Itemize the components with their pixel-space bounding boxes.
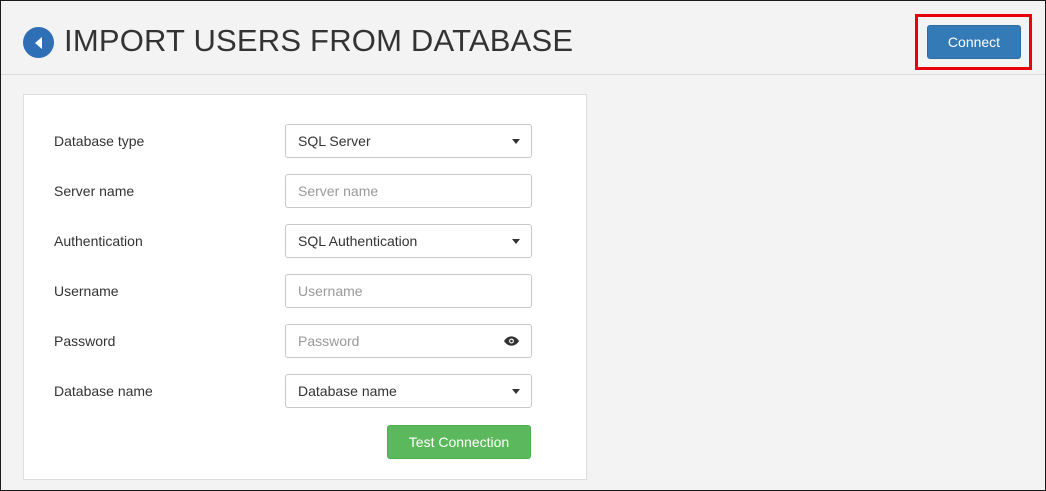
chevron-left-circle-icon [34,36,42,49]
chevron-down-icon [512,239,520,244]
database-type-row: Database type SQL Server [24,124,586,158]
password-label: Password [54,333,116,349]
test-connection-button[interactable]: Test Connection [387,425,531,459]
chevron-down-icon [512,139,520,144]
chevron-down-icon [512,389,520,394]
database-type-value: SQL Server [298,133,371,149]
connection-form-panel: Database type SQL Server Server name Aut… [23,94,587,480]
username-row: Username [24,274,586,308]
authentication-row: Authentication SQL Authentication [24,224,586,258]
username-label: Username [54,283,119,299]
database-type-select[interactable]: SQL Server [285,124,532,158]
authentication-label: Authentication [54,233,143,249]
username-input[interactable] [285,274,532,308]
page-header: IMPORT USERS FROM DATABASE [1,1,1045,75]
server-name-label: Server name [54,183,135,199]
server-name-row: Server name [24,174,586,208]
database-name-label: Database name [54,383,153,399]
password-row: Password [24,324,586,358]
server-name-input[interactable] [285,174,532,208]
database-name-row: Database name Database name [24,374,586,408]
page-title: IMPORT USERS FROM DATABASE [64,23,574,58]
authentication-select[interactable]: SQL Authentication [285,224,532,258]
connect-button[interactable]: Connect [927,25,1021,59]
database-name-value: Database name [298,383,397,399]
back-button[interactable] [23,27,54,58]
password-input[interactable] [285,324,532,358]
database-type-label: Database type [54,133,145,149]
eye-icon[interactable] [504,336,519,346]
authentication-value: SQL Authentication [298,233,418,249]
database-name-select[interactable]: Database name [285,374,532,408]
